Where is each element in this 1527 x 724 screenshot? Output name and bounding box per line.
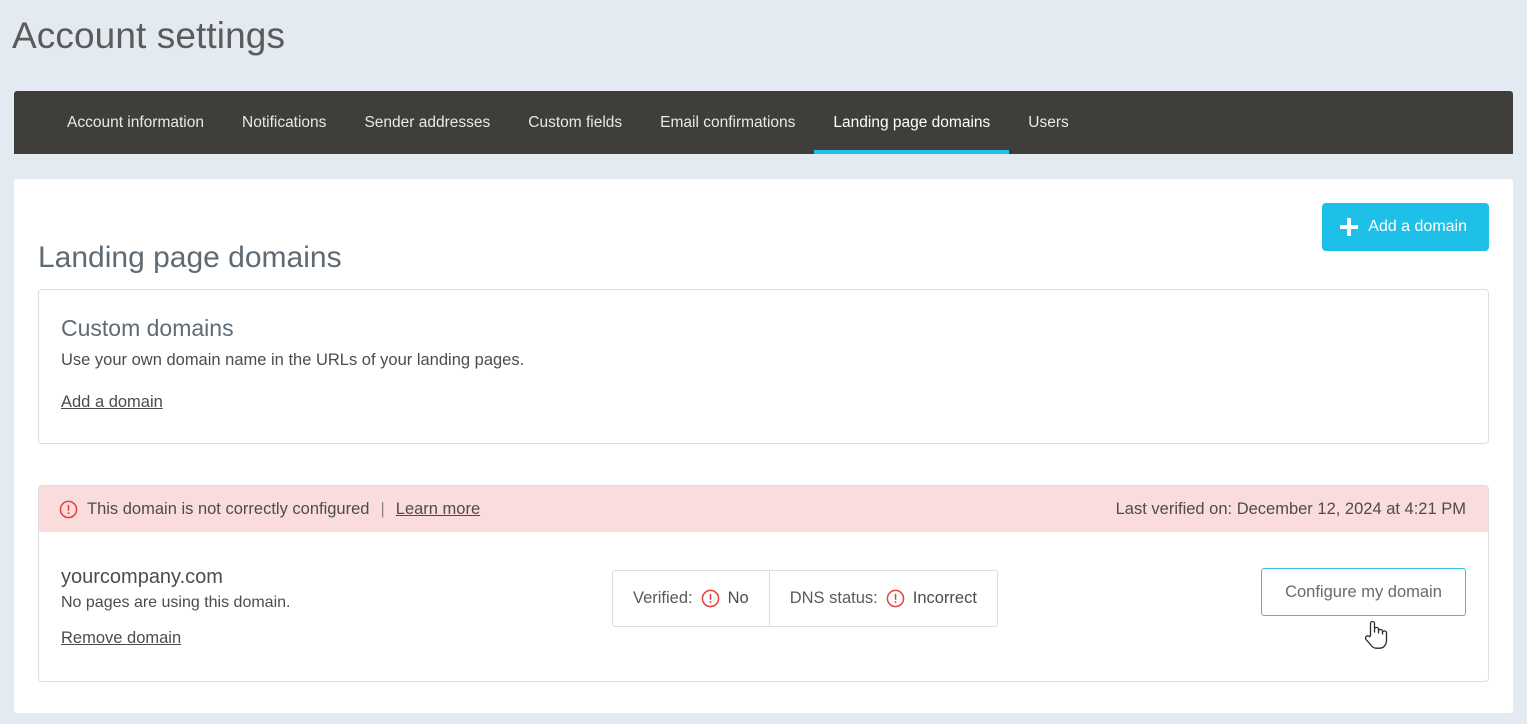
tab-label: Notifications (242, 114, 326, 132)
custom-domains-description: Use your own domain name in the URLs of … (61, 351, 1466, 371)
alert-circle-icon (886, 589, 905, 608)
tab-notifications[interactable]: Notifications (223, 91, 345, 154)
tab-users[interactable]: Users (1009, 91, 1087, 154)
page-title: Account settings (12, 14, 285, 58)
last-verified-text: Last verified on: December 12, 2024 at 4… (1116, 500, 1466, 519)
tab-label: Custom fields (528, 114, 622, 132)
domain-info: yourcompany.com No pages are using this … (61, 566, 581, 649)
tab-label: Users (1028, 114, 1068, 132)
domain-error-banner-left: This domain is not correctly configured … (59, 500, 480, 519)
add-a-domain-button-label: Add a domain (1368, 218, 1467, 236)
domain-status-group: Verified: No DNS status: (612, 570, 998, 627)
add-a-domain-link[interactable]: Add a domain (61, 393, 163, 412)
alert-circle-icon (701, 589, 720, 608)
domain-card-body: yourcompany.com No pages are using this … (39, 532, 1488, 682)
section-title: Landing page domains (38, 243, 342, 273)
status-dns-value: Incorrect (913, 589, 977, 608)
custom-domains-title: Custom domains (61, 316, 1466, 341)
domain-card: This domain is not correctly configured … (38, 485, 1489, 682)
status-verified-value: No (728, 589, 749, 608)
tab-label: Account information (67, 114, 204, 132)
status-verified: Verified: No (613, 571, 769, 626)
panel-header: Landing page domains Add a domain (14, 179, 1513, 289)
domain-name: yourcompany.com (61, 566, 581, 588)
tab-email-confirmations[interactable]: Email confirmations (641, 91, 814, 154)
tab-label: Email confirmations (660, 114, 795, 132)
status-dns-label: DNS status: (790, 589, 878, 608)
add-a-domain-button[interactable]: Add a domain (1322, 203, 1489, 251)
custom-domains-card: Custom domains Use your own domain name … (38, 289, 1489, 444)
status-verified-label: Verified: (633, 589, 693, 608)
content-panel: Landing page domains Add a domain Custom… (14, 179, 1513, 713)
tab-custom-fields[interactable]: Custom fields (509, 91, 641, 154)
tab-account-information[interactable]: Account information (48, 91, 223, 154)
domain-error-banner: This domain is not correctly configured … (39, 486, 1488, 532)
learn-more-link[interactable]: Learn more (396, 500, 480, 519)
configure-my-domain-button[interactable]: Configure my domain (1261, 568, 1466, 616)
tab-sender-addresses[interactable]: Sender addresses (345, 91, 509, 154)
alert-circle-icon (59, 500, 78, 519)
plus-icon (1340, 218, 1358, 236)
domain-error-message: This domain is not correctly configured (87, 500, 369, 519)
tab-label: Landing page domains (833, 114, 990, 132)
status-dns: DNS status: Incorrect (769, 571, 997, 626)
tab-landing-page-domains[interactable]: Landing page domains (814, 91, 1009, 154)
domain-usage-text: No pages are using this domain. (61, 594, 581, 612)
tab-label: Sender addresses (364, 114, 490, 132)
remove-domain-link[interactable]: Remove domain (61, 629, 181, 648)
settings-tabbar: Account information Notifications Sender… (14, 91, 1513, 154)
banner-separator: | (380, 500, 384, 519)
